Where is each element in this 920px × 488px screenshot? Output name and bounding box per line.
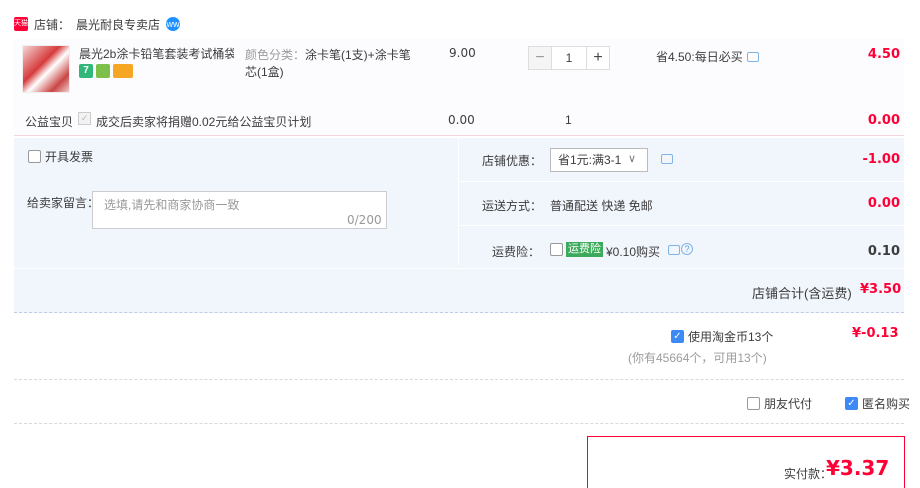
promo-info: 省4.50:每日必买 bbox=[656, 48, 759, 65]
unit-price: 9.00 bbox=[449, 46, 476, 60]
product-thumbnail[interactable] bbox=[22, 45, 70, 93]
charity-text: 成交后卖家将捐赠0.02元给公益宝贝计划 bbox=[96, 115, 312, 129]
service-badges: 7 bbox=[79, 64, 133, 78]
divider bbox=[14, 135, 904, 136]
promo-text: 省4.50:每日必买 bbox=[656, 50, 743, 64]
comment-icon[interactable] bbox=[746, 51, 759, 62]
insurance-label: 运费险： bbox=[492, 245, 541, 259]
qty-minus-button[interactable]: − bbox=[528, 46, 552, 70]
chevron-down-icon: ∨ bbox=[628, 153, 637, 165]
divider bbox=[14, 312, 904, 313]
coupon-label: 店铺优惠： bbox=[482, 154, 543, 168]
message-label: 给卖家留言： bbox=[27, 196, 100, 210]
quality-badge-icon bbox=[96, 64, 110, 78]
friend-pay-checkbox[interactable] bbox=[747, 397, 760, 410]
qty-plus-button[interactable]: + bbox=[586, 46, 610, 70]
divider bbox=[458, 138, 459, 266]
shop-total-label: 店铺合计(含运费) bbox=[752, 286, 852, 301]
quantity-stepper: − 1 + bbox=[528, 46, 610, 70]
sku-info: 颜色分类：涂卡笔(1支)+涂卡笔芯(1盒) bbox=[245, 47, 415, 81]
divider bbox=[14, 379, 904, 380]
coin-label: 使用淘金币13个 bbox=[688, 330, 774, 344]
insurance-tag: 运费险 bbox=[566, 242, 603, 257]
coin-sub-info: (你有45664个，可用13个) bbox=[628, 351, 767, 365]
comment-icon[interactable] bbox=[668, 245, 680, 255]
invoice-label: 开具发票 bbox=[45, 150, 94, 164]
shop-label: 店铺： bbox=[34, 17, 71, 32]
coupon-amount: -1.00 bbox=[862, 152, 900, 167]
coin-value: ¥-0.13 bbox=[852, 326, 899, 341]
tmall-badge-icon: 天猫 bbox=[14, 17, 28, 31]
message-placeholder: 选填,请先和商家协商一致 bbox=[104, 198, 240, 212]
final-payment-value: ¥3.37 bbox=[826, 456, 890, 480]
shipping-value: 普通配送 快递 免邮 bbox=[550, 199, 653, 213]
sku-label: 颜色分类： bbox=[245, 48, 306, 62]
anonymous-option[interactable]: ✓ 匿名购买 bbox=[845, 395, 910, 412]
insurance-amount: 0.10 bbox=[867, 244, 900, 259]
anonymous-checkbox[interactable]: ✓ bbox=[845, 397, 858, 410]
shop-header: 天猫 店铺： 晨光耐良专卖店 ww bbox=[14, 14, 181, 34]
shipping-amount: 0.00 bbox=[867, 196, 900, 211]
charity-subtotal: 0.00 bbox=[867, 113, 900, 128]
friend-pay-label: 朋友代付 bbox=[764, 397, 813, 411]
divider bbox=[459, 181, 904, 182]
coin-checkbox[interactable]: ✓ bbox=[671, 330, 684, 343]
seven-day-return-icon: 7 bbox=[79, 64, 93, 78]
shop-name-link[interactable]: 晨光耐良专卖店 bbox=[76, 16, 160, 33]
anonymous-label: 匿名购买 bbox=[862, 397, 911, 411]
credit-card-icon bbox=[113, 64, 133, 78]
shop-total-value: ¥3.50 bbox=[860, 282, 902, 297]
charity-qty: 1 bbox=[565, 113, 572, 127]
invoice-checkbox[interactable] bbox=[28, 150, 41, 163]
help-icon[interactable]: ? bbox=[681, 243, 693, 255]
charity-checkbox: ✓ bbox=[78, 112, 91, 125]
charity-price: 0.00 bbox=[448, 113, 475, 127]
shipping-label: 运送方式： bbox=[482, 199, 543, 213]
product-title-link[interactable]: 晨光2b涂卡铅笔套装考试桶袋... bbox=[79, 47, 234, 61]
divider bbox=[14, 423, 904, 424]
insurance-price: ¥0.10购买 bbox=[606, 245, 661, 259]
final-payment-label: 实付款： bbox=[784, 467, 833, 481]
invoice-option[interactable]: 开具发票 bbox=[28, 148, 93, 165]
qty-input[interactable]: 1 bbox=[552, 46, 586, 70]
insurance-checkbox[interactable] bbox=[550, 243, 563, 256]
friend-pay-option[interactable]: 朋友代付 bbox=[747, 395, 812, 412]
coin-option[interactable]: ✓ 使用淘金币13个 bbox=[671, 328, 773, 345]
item-subtotal: 4.50 bbox=[867, 47, 900, 62]
divider bbox=[459, 225, 904, 226]
comment-icon[interactable] bbox=[661, 154, 673, 164]
message-char-count: 0/200 bbox=[347, 213, 382, 227]
charity-label: 公益宝贝 bbox=[25, 115, 74, 129]
wangwang-chat-icon[interactable]: ww bbox=[166, 17, 181, 31]
